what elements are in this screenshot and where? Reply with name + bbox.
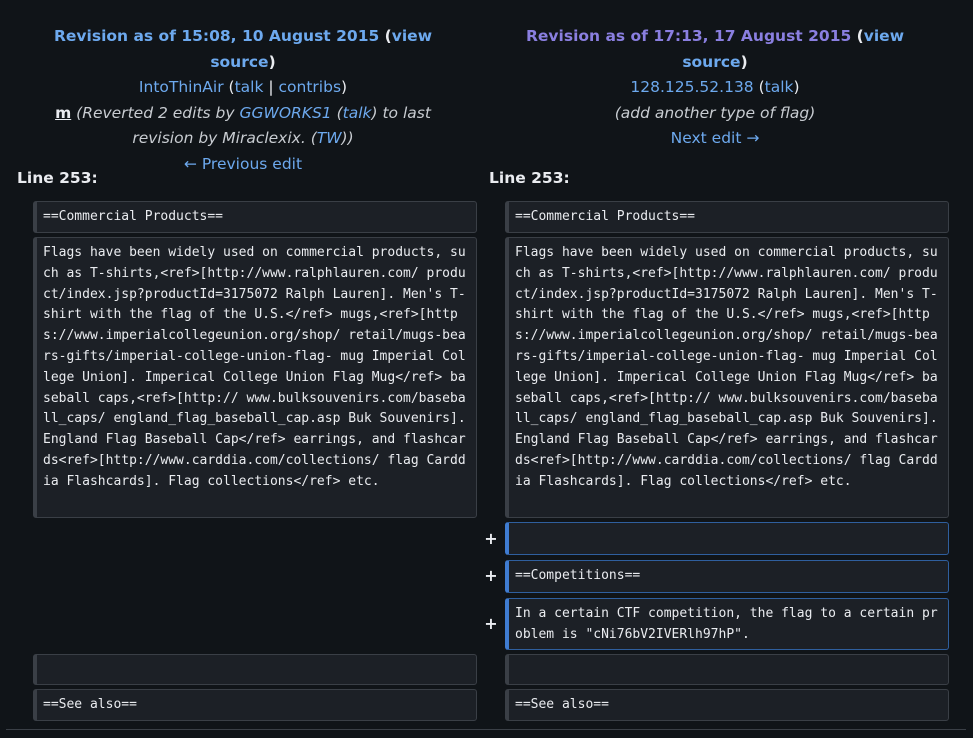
old-revision-user: IntoThinAir (talk | contribs) [138,78,348,96]
old-user-contribs-link[interactable]: contribs [279,78,342,96]
new-revision-header: Revision as of 17:13, 17 August 2015 (vi… [500,24,930,152]
minor-edit-mark: m [55,103,72,122]
old-user-link[interactable]: IntoThinAir [139,78,224,96]
old-user-talk-link[interactable]: talk [235,78,264,96]
new-revision-link[interactable]: Revision as of 17:13, 17 August 2015 [526,27,851,45]
summary-tw-link[interactable]: TW [317,129,342,147]
new-revision-user: 128.125.52.138 (talk) [630,78,800,96]
previous-edit-link[interactable]: ← Previous edit [184,155,302,173]
left-context-flags-paragraph: Flags have been widely used on commercia… [33,237,477,518]
added-competitions-heading: ==Competitions== [505,560,949,593]
right-context-commercial-heading: ==Commercial Products== [505,201,949,233]
summary-talk-link[interactable]: talk [343,104,372,122]
left-context-blank-line [33,654,477,685]
bottom-divider [6,729,966,730]
added-line-marker: + [484,566,498,585]
added-ctf-flag-line: In a certain CTF competition, the flag t… [505,598,949,650]
right-line-number: Line 253: [489,169,570,187]
right-context-see-also: ==See also== [505,689,949,721]
left-context-see-also: ==See also== [33,689,477,721]
old-edit-summary: m (Reverted 2 edits by GGWORKS1 (talk) t… [55,103,431,148]
left-line-number: Line 253: [17,169,98,187]
new-revision-title: Revision as of 17:13, 17 August 2015 (vi… [525,27,905,71]
old-revision-header: Revision as of 15:08, 10 August 2015 (vi… [28,24,458,177]
right-context-flags-paragraph: Flags have been widely used on commercia… [505,237,949,518]
summary-user-link[interactable]: GGWORKS1 [239,104,331,122]
new-user-link[interactable]: 128.125.52.138 [630,78,753,96]
next-edit-link[interactable]: Next edit → [671,129,760,147]
old-revision-link[interactable]: Revision as of 15:08, 10 August 2015 [54,27,379,45]
added-blank-line [505,522,949,555]
right-context-blank-line [505,654,949,685]
new-user-talk-link[interactable]: talk [765,78,794,96]
added-line-marker: + [484,614,498,633]
added-line-marker: + [484,529,498,548]
left-context-commercial-heading: ==Commercial Products== [33,201,477,233]
old-revision-title: Revision as of 15:08, 10 August 2015 (vi… [53,27,433,71]
new-edit-summary: (add another type of flag) [614,103,816,122]
